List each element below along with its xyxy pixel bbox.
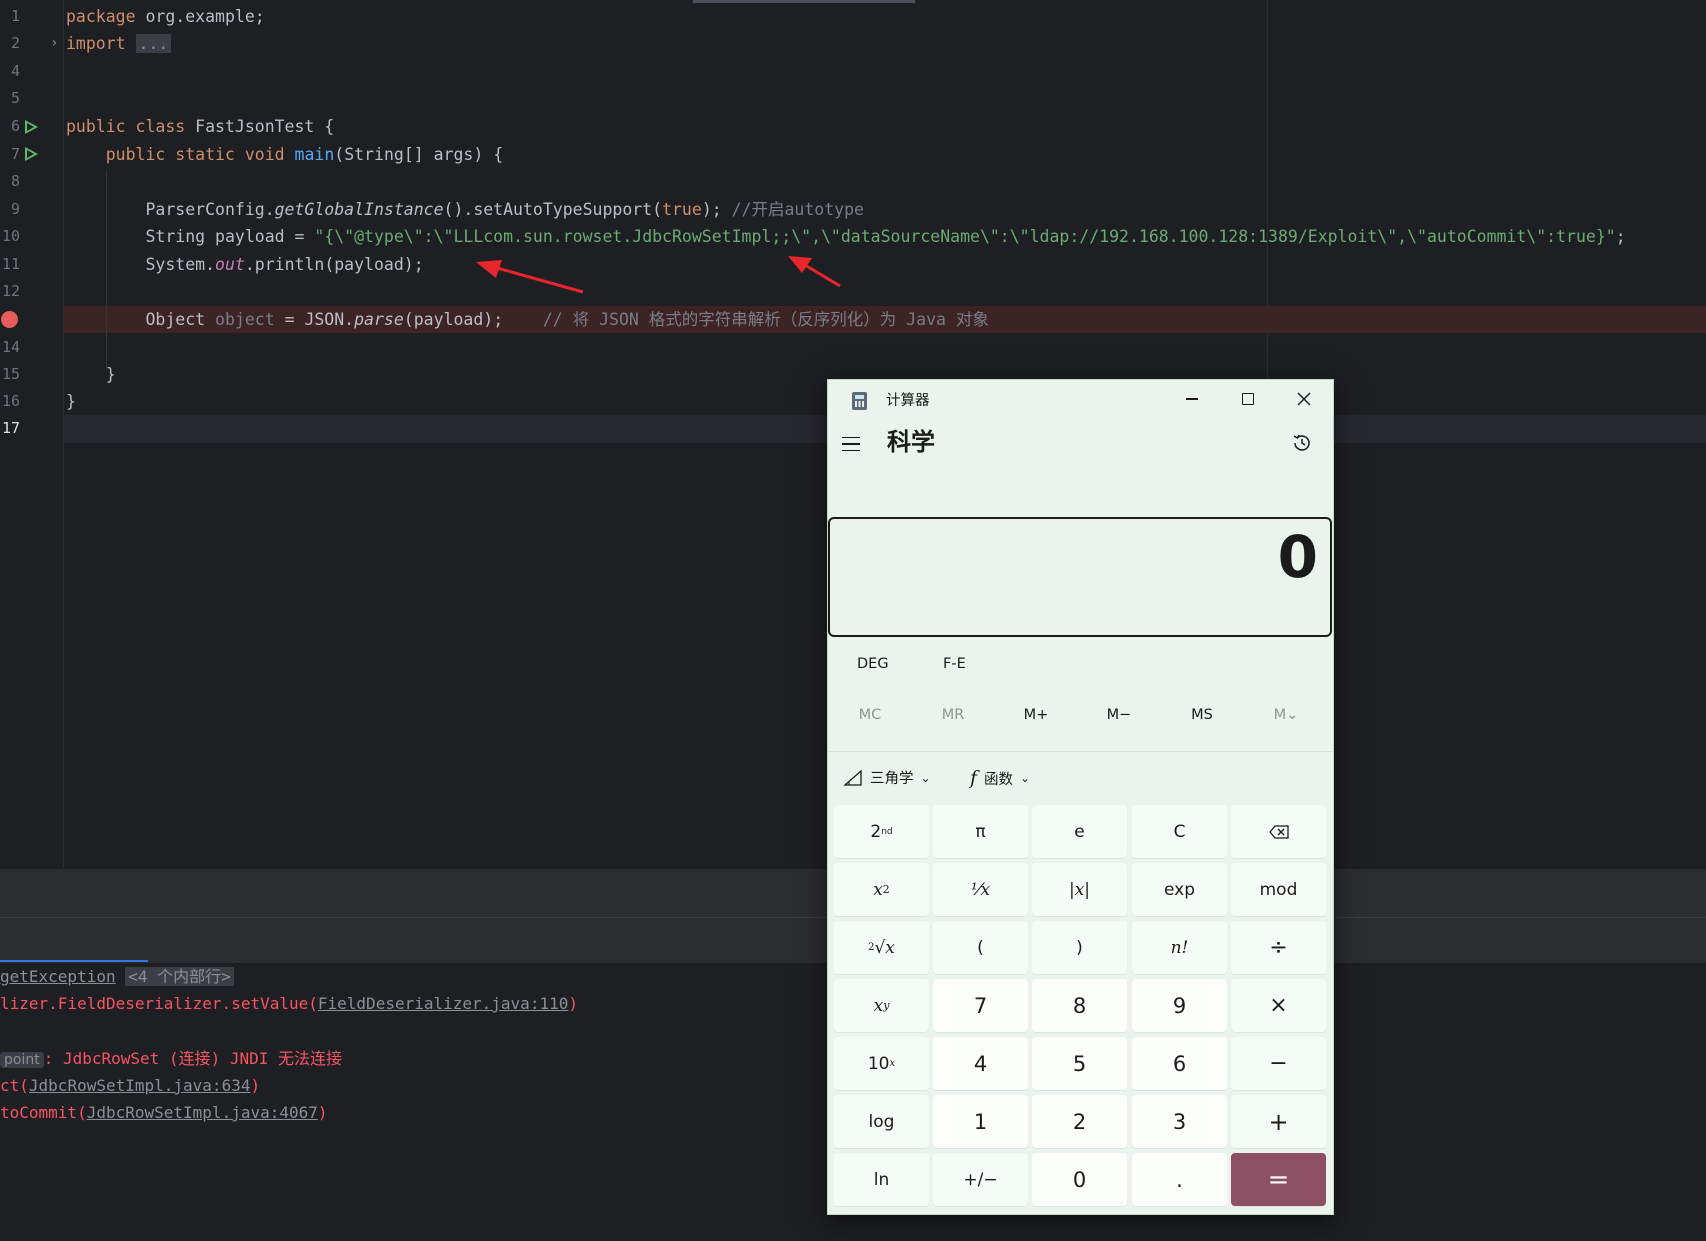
red-arrow bbox=[788, 256, 841, 288]
functions-label: 函数 bbox=[984, 771, 1014, 788]
chevron-down-icon: ⌄ bbox=[920, 770, 931, 785]
divider bbox=[828, 751, 1333, 752]
ten-power-key[interactable]: 10 x bbox=[834, 1037, 929, 1090]
history-icon bbox=[1293, 434, 1310, 451]
key-label-superscript: x bbox=[889, 1058, 896, 1069]
display-value: 0 bbox=[1277, 523, 1318, 591]
fe-toggle-button[interactable]: F-E bbox=[943, 656, 966, 672]
negate-key[interactable]: +/− bbox=[933, 1153, 1028, 1206]
key-label: x bbox=[873, 879, 883, 900]
memory-list-button[interactable]: M⌄ bbox=[1245, 707, 1327, 723]
memory-subtract-button[interactable]: M− bbox=[1078, 707, 1160, 723]
key-label: √x bbox=[874, 937, 895, 958]
triangle-ruler-icon bbox=[843, 769, 862, 786]
memory-clear-button[interactable]: MC bbox=[829, 707, 911, 723]
calculator-window[interactable]: 计算器 科学 0 DEG F-E MC MR M+ M− MS M⌄ 三角学 ⌄… bbox=[827, 379, 1334, 1215]
decimal-point-key[interactable]: . bbox=[1132, 1153, 1227, 1206]
clear-key[interactable]: C bbox=[1132, 805, 1227, 858]
maximize-button[interactable] bbox=[1220, 380, 1276, 418]
add-key[interactable]: + bbox=[1231, 1095, 1326, 1148]
key-label-superscript: 2 bbox=[882, 883, 890, 896]
minimize-button[interactable] bbox=[1164, 380, 1220, 418]
key-label: 10 bbox=[867, 1053, 890, 1074]
minimize-icon bbox=[1186, 398, 1198, 400]
digit-5-key[interactable]: 5 bbox=[1032, 1037, 1127, 1090]
square-key[interactable]: x2 bbox=[834, 863, 929, 916]
maximize-icon bbox=[1242, 393, 1254, 405]
key-label: 2 bbox=[870, 821, 882, 842]
window-title: 计算器 bbox=[886, 393, 930, 409]
backspace-icon bbox=[1268, 824, 1289, 839]
natural-log-key[interactable]: ln bbox=[834, 1153, 929, 1206]
memory-recall-button[interactable]: MR bbox=[912, 707, 994, 723]
deg-toggle-button[interactable]: DEG bbox=[857, 656, 889, 672]
memory-store-button[interactable]: MS bbox=[1161, 707, 1243, 723]
key-label: x bbox=[873, 995, 884, 1016]
key-label-superscript: nd bbox=[881, 826, 893, 837]
hamburger-menu-button[interactable] bbox=[842, 431, 868, 457]
digit-9-key[interactable]: 9 bbox=[1132, 979, 1227, 1032]
digit-3-key[interactable]: 3 bbox=[1132, 1095, 1227, 1148]
pi-key[interactable]: π bbox=[933, 805, 1028, 858]
calculator-mode-title: 科学 bbox=[887, 428, 935, 456]
divide-key[interactable]: ÷ bbox=[1231, 921, 1326, 974]
euler-e-key[interactable]: e bbox=[1032, 805, 1127, 858]
digit-0-key[interactable]: 0 bbox=[1032, 1153, 1127, 1206]
right-paren-key[interactable]: ) bbox=[1032, 921, 1127, 974]
memory-add-button[interactable]: M+ bbox=[995, 707, 1077, 723]
chevron-down-icon: ⌄ bbox=[1020, 771, 1031, 785]
log-key[interactable]: log bbox=[834, 1095, 929, 1148]
function-f-icon: f bbox=[970, 767, 978, 789]
factorial-key[interactable]: n! bbox=[1132, 921, 1227, 974]
square-root-key[interactable]: 2 √x bbox=[834, 921, 929, 974]
exp-key[interactable]: exp bbox=[1132, 863, 1227, 916]
mod-key[interactable]: mod bbox=[1231, 863, 1326, 916]
red-arrow bbox=[476, 260, 584, 294]
calculator-app-icon bbox=[852, 392, 867, 410]
trigonometry-label: 三角学 bbox=[870, 771, 914, 787]
history-button[interactable] bbox=[1287, 428, 1317, 458]
reciprocal-key[interactable]: ¹⁄x bbox=[933, 863, 1028, 916]
absolute-value-key[interactable]: |x| bbox=[1032, 863, 1127, 916]
subtract-key[interactable]: − bbox=[1231, 1037, 1326, 1090]
digit-2-key[interactable]: 2 bbox=[1032, 1095, 1127, 1148]
digit-4-key[interactable]: 4 bbox=[933, 1037, 1028, 1090]
equals-key[interactable]: = bbox=[1231, 1153, 1326, 1206]
close-button[interactable] bbox=[1276, 380, 1332, 418]
backspace-key[interactable] bbox=[1231, 805, 1326, 858]
digit-6-key[interactable]: 6 bbox=[1132, 1037, 1227, 1090]
trigonometry-dropdown[interactable]: 三角学 ⌄ bbox=[843, 767, 931, 788]
digit-7-key[interactable]: 7 bbox=[933, 979, 1028, 1032]
power-key[interactable]: xy bbox=[834, 979, 929, 1032]
left-paren-key[interactable]: ( bbox=[933, 921, 1028, 974]
digit-8-key[interactable]: 8 bbox=[1032, 979, 1127, 1032]
result-display: 0 bbox=[828, 517, 1332, 637]
hamburger-icon bbox=[842, 436, 860, 439]
digit-1-key[interactable]: 1 bbox=[933, 1095, 1028, 1148]
second-function-key[interactable]: 2nd bbox=[834, 805, 929, 858]
functions-dropdown[interactable]: f 函数 ⌄ bbox=[970, 767, 1030, 789]
multiply-key[interactable]: × bbox=[1231, 979, 1326, 1032]
close-icon bbox=[1297, 392, 1311, 406]
key-label-superscript: y bbox=[883, 999, 890, 1012]
